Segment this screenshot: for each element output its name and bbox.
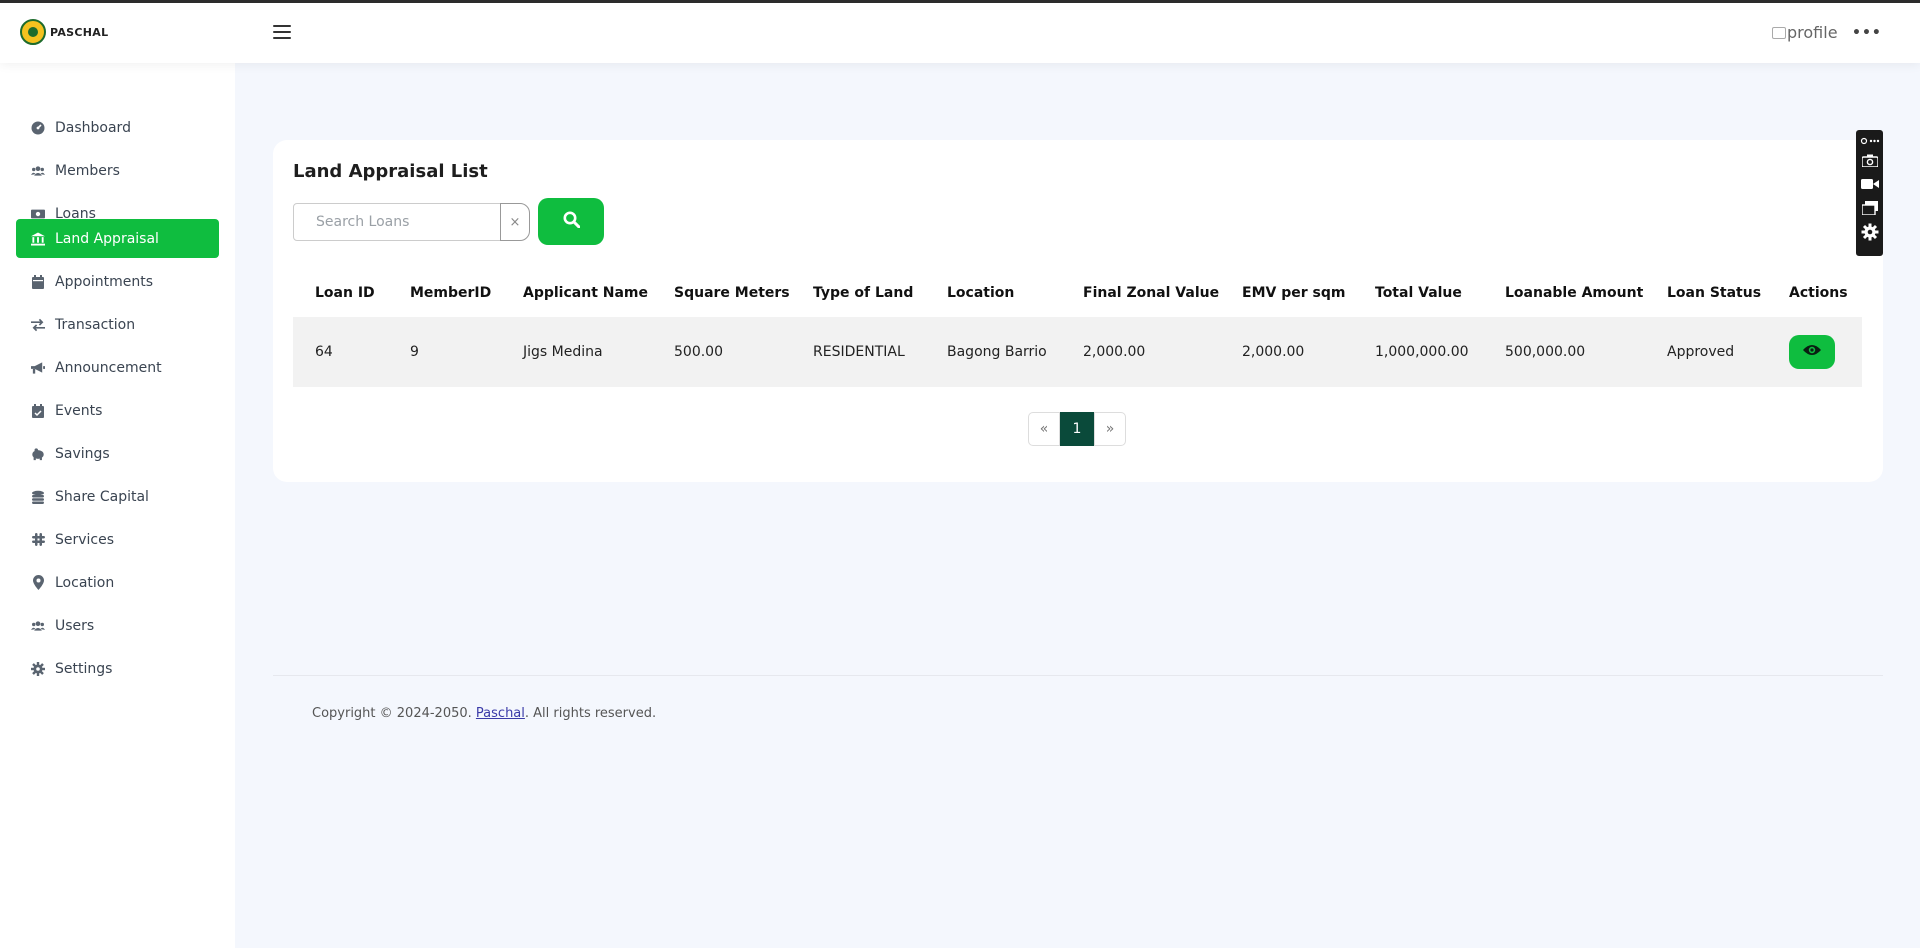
location-cell: Bagong Barrio [947, 344, 1047, 360]
piggy-bank-icon [31, 447, 45, 461]
map-pin-icon [31, 575, 45, 590]
view-button[interactable] [1789, 335, 1835, 369]
sidebar-item-transaction[interactable]: Transaction [16, 305, 219, 344]
search-icon [563, 211, 580, 232]
sidebar-item-label: Members [55, 162, 120, 179]
column-header: Loanable Amount [1505, 284, 1644, 301]
land-type-cell: RESIDENTIAL [813, 344, 905, 360]
sidebar-item-label: Dashboard [55, 119, 131, 136]
column-header: EMV per sqm [1242, 284, 1346, 301]
next-page-button[interactable]: » [1094, 412, 1126, 446]
column-header: MemberID [410, 284, 492, 301]
sidebar-item-label: Events [55, 402, 103, 419]
toolbar-options-icon[interactable] [1860, 134, 1880, 148]
sidebar-item-users[interactable]: Users [16, 606, 219, 645]
profile-alt-text: profile [1787, 23, 1838, 42]
square-meters-cell: 500.00 [674, 344, 723, 360]
applicant-name-cell: Jigs Medina [523, 344, 603, 360]
current-page-button[interactable]: 1 [1060, 412, 1094, 446]
calendar-check-icon [31, 403, 45, 418]
column-header: Loan ID [315, 284, 375, 301]
clear-search-button[interactable]: × [500, 203, 530, 241]
profile-image[interactable]: profile [1772, 23, 1838, 42]
rights-text: . All rights reserved. [524, 706, 657, 721]
zonal-value-cell: 2,000.00 [1083, 344, 1146, 360]
sidebar-item-label: Savings [55, 445, 110, 462]
emv-cell: 2,000.00 [1242, 344, 1305, 360]
column-header: Actions [1789, 284, 1848, 301]
more-options-icon[interactable]: ••• [1852, 25, 1882, 41]
megaphone-icon [31, 361, 45, 375]
land-appraisal-card: Land Appraisal List × Loan ID MemberID A… [273, 140, 1883, 482]
total-value-cell: 1,000,000.00 [1375, 344, 1469, 360]
coins-icon [31, 490, 45, 504]
users-icon [31, 619, 45, 633]
column-header: Final Zonal Value [1083, 284, 1220, 301]
sidebar-item-services[interactable]: Services [16, 520, 219, 559]
sidebar-item-label: Services [55, 531, 115, 548]
page-title: Land Appraisal List [293, 161, 488, 182]
camera-icon[interactable] [1860, 148, 1880, 172]
sidebar-item-label: Users [55, 617, 95, 634]
slack-icon [31, 533, 45, 547]
loan-id-cell: 64 [315, 344, 333, 360]
sidebar-item-label: Transaction [55, 316, 136, 333]
loanable-amount-cell: 500,000.00 [1505, 344, 1586, 360]
previous-page-button[interactable]: « [1028, 412, 1060, 446]
dashboard-icon [31, 121, 45, 135]
column-header: Applicant Name [523, 284, 649, 301]
sidebar-item-label: Share Capital [55, 488, 149, 505]
actions-cell [1789, 317, 1835, 387]
brand-name: PASCHAL [50, 25, 109, 39]
video-camera-icon[interactable] [1860, 172, 1880, 196]
sidebar-item-location[interactable]: Location [16, 563, 219, 602]
sidebar-item-members[interactable]: Members [16, 151, 219, 190]
exchange-icon [31, 318, 45, 332]
sidebar-item-appointments[interactable]: Appointments [16, 262, 219, 301]
footer-brand-link[interactable]: Paschal [476, 706, 525, 721]
column-header: Type of Land [813, 284, 914, 301]
sidebar-item-dashboard[interactable]: Dashboard [16, 108, 219, 147]
top-header: PASCHAL profile ••• [0, 3, 1920, 63]
sidebar-item-land-appraisal[interactable]: Land Appraisal [16, 219, 219, 258]
gear-icon [31, 661, 45, 676]
sidebar-item-settings[interactable]: Settings [16, 649, 219, 688]
settings-gear-icon[interactable] [1860, 220, 1880, 244]
search-button[interactable] [538, 198, 604, 245]
sidebar: Dashboard Members Loans Land Appraisal A… [0, 63, 235, 948]
sidebar-item-savings[interactable]: Savings [16, 434, 219, 473]
footer: Copyright © 2024-2050. Paschal. All righ… [312, 706, 656, 721]
column-header: Loan Status [1667, 284, 1762, 301]
table-row[interactable]: 64 9 Jigs Medina 500.00 RESIDENTIAL Bago… [293, 317, 1862, 387]
footer-divider [273, 675, 1883, 676]
sidebar-item-label: Location [55, 574, 115, 591]
logo-emblem-icon [20, 19, 46, 45]
land-appraisal-table: Loan ID MemberID Applicant Name Square M… [293, 268, 1862, 387]
bank-icon [31, 231, 45, 246]
column-header: Total Value [1375, 284, 1462, 301]
search-input[interactable] [293, 203, 501, 241]
column-header: Location [947, 284, 1015, 301]
sidebar-item-announcement[interactable]: Announcement [16, 348, 219, 387]
sidebar-item-label: Land Appraisal [55, 230, 159, 247]
table-header: Loan ID MemberID Applicant Name Square M… [293, 268, 1862, 317]
floating-toolbar [1856, 130, 1883, 256]
sidebar-item-events[interactable]: Events [16, 391, 219, 430]
sidebar-item-share-capital[interactable]: Share Capital [16, 477, 219, 516]
eye-icon [1803, 344, 1821, 360]
users-icon [31, 164, 45, 178]
loan-status-cell: Approved [1667, 344, 1735, 360]
column-header: Square Meters [674, 284, 790, 301]
sidebar-item-label: Settings [55, 660, 113, 677]
brand-logo[interactable]: PASCHAL [20, 19, 108, 45]
hamburger-menu-icon[interactable] [273, 25, 291, 39]
member-id-cell: 9 [410, 344, 419, 360]
sidebar-item-label: Announcement [55, 359, 162, 376]
pagination: « 1 » [1028, 412, 1126, 446]
calendar-icon [31, 274, 45, 289]
copy-window-icon[interactable] [1860, 196, 1880, 220]
broken-image-icon [1772, 27, 1786, 39]
copyright-text: Copyright © 2024-2050. [312, 706, 476, 721]
sidebar-item-label: Appointments [55, 273, 154, 290]
